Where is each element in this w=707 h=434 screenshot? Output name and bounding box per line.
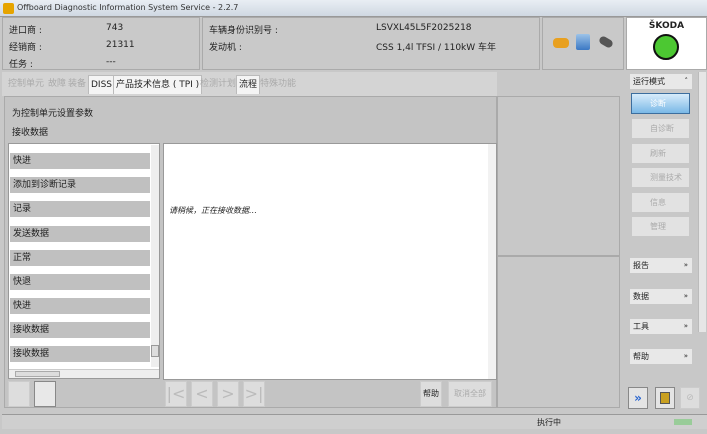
window-title: Offboard Diagnostic Information System S…: [17, 3, 239, 12]
chevron-up-icon: ˄: [684, 77, 689, 85]
tab-control-units[interactable]: 控制单元: [6, 75, 46, 94]
mode-self-diagnosis-button[interactable]: 自诊断: [631, 118, 690, 139]
vin-value: LSVXL45L5F2025218: [376, 23, 472, 33]
first-step-button[interactable]: |<: [165, 381, 187, 407]
chevron-down-icon: »: [683, 322, 688, 330]
exit-icon[interactable]: ⊘: [680, 387, 700, 409]
mode-flash-button[interactable]: 刷新: [631, 143, 690, 164]
list-item[interactable]: 快进: [10, 298, 150, 314]
hourglass-icon[interactable]: [655, 387, 675, 409]
list-item[interactable]: 正常: [10, 250, 150, 266]
section-data[interactable]: 数据 »: [630, 289, 692, 304]
status-bar: 执行中: [2, 414, 707, 429]
section-label: 报告: [633, 261, 649, 270]
network-icon: [576, 34, 590, 50]
chevron-down-icon: »: [683, 261, 688, 269]
cancel-all-button[interactable]: 取消全部: [448, 381, 492, 407]
operating-mode-header[interactable]: 运行模式 ˄: [630, 74, 692, 89]
message-area: 请稍候，正在接收数据…: [163, 143, 497, 380]
importer-label: 进口商 :: [9, 26, 42, 36]
section-help[interactable]: 帮助 »: [630, 349, 692, 364]
forward-icon[interactable]: »: [628, 387, 648, 409]
list-item[interactable]: 接收数据: [10, 346, 150, 362]
section-label: 数据: [633, 292, 649, 301]
flow-heading: 为控制单元设置参数: [12, 109, 94, 119]
section-tools[interactable]: 工具 »: [630, 319, 692, 334]
vehicle-info-panel: 车辆身份识别号 : LSVXL45L5F2025218 发动机 : CSS 1,…: [202, 17, 540, 70]
key-icon: [597, 35, 615, 49]
order-value: ---: [106, 57, 116, 67]
document-icon[interactable]: [34, 381, 56, 407]
list-vertical-scrollbar[interactable]: [151, 145, 159, 367]
app-icon: [3, 3, 14, 14]
last-step-button[interactable]: >|: [243, 381, 265, 407]
vehicle-icon: [553, 38, 569, 48]
help-button[interactable]: 帮助: [420, 381, 442, 407]
title-bar: Offboard Diagnostic Information System S…: [0, 0, 707, 17]
tab-tpi[interactable]: 产品技术信息 ( TPI ): [113, 75, 203, 94]
dealer-value: 21311: [106, 40, 135, 50]
chevron-down-icon: »: [683, 352, 688, 360]
list-item[interactable]: 快退: [10, 274, 150, 290]
dealer-info-panel: 进口商 : 743 经销商 : 21311 任务 : ---: [2, 17, 200, 70]
tab-special-functions[interactable]: 特殊功能: [258, 75, 298, 94]
list-item[interactable]: 接收数据: [10, 322, 150, 338]
section-label: 工具: [633, 322, 649, 331]
list-horizontal-scrollbar[interactable]: [9, 369, 159, 378]
skoda-emblem-icon: [653, 34, 679, 60]
status-text: 执行中: [537, 418, 561, 427]
importer-value: 743: [106, 23, 124, 33]
status-message: 请稍候，正在接收数据…: [169, 206, 257, 215]
list-item[interactable]: 快进: [10, 153, 150, 169]
tab-test-plan[interactable]: 检测计划: [198, 75, 238, 94]
list-item[interactable]: 记录: [10, 201, 150, 217]
sidebar-scrollbar[interactable]: [698, 72, 706, 332]
tab-equipment[interactable]: 装备: [66, 75, 88, 94]
next-step-button[interactable]: >: [217, 381, 239, 407]
message-scrollbar[interactable]: [488, 144, 496, 379]
mode-info-button[interactable]: 信息: [631, 192, 690, 213]
engine-label: 发动机 :: [209, 43, 242, 53]
connection-status-icon: [674, 419, 692, 425]
tab-faults[interactable]: 故障: [46, 75, 68, 94]
section-label: 帮助: [633, 352, 649, 361]
vin-label: 车辆身份识别号 :: [209, 26, 278, 36]
mode-measurement-button[interactable]: 测量技术: [631, 167, 690, 188]
chevron-down-icon: »: [683, 292, 688, 300]
previous-step-button[interactable]: <: [191, 381, 213, 407]
tab-diss[interactable]: DISS: [88, 75, 116, 94]
connection-panel: [542, 17, 624, 70]
operating-mode-label: 运行模式: [633, 77, 665, 86]
order-label: 任务 :: [9, 60, 33, 70]
list-item[interactable]: 添加到诊断记录: [10, 177, 150, 193]
side-panel-top: [497, 96, 620, 256]
print-icon[interactable]: [8, 381, 30, 407]
engine-value: CSS 1,4l TFSI / 110kW 车年: [376, 43, 497, 53]
section-report[interactable]: 报告 »: [630, 258, 692, 273]
brand-logo: ŠKODA: [626, 17, 707, 70]
side-panel-bottom: [497, 256, 620, 408]
flow-subheading: 接收数据: [12, 128, 49, 138]
tab-flow[interactable]: 流程: [236, 75, 261, 94]
brand-name: ŠKODA: [648, 21, 685, 31]
mode-diagnosis-button[interactable]: 诊断: [631, 93, 690, 114]
mode-admin-button[interactable]: 管理: [631, 216, 690, 237]
list-item[interactable]: 发送数据: [10, 226, 150, 242]
dealer-label: 经销商 :: [9, 43, 42, 53]
